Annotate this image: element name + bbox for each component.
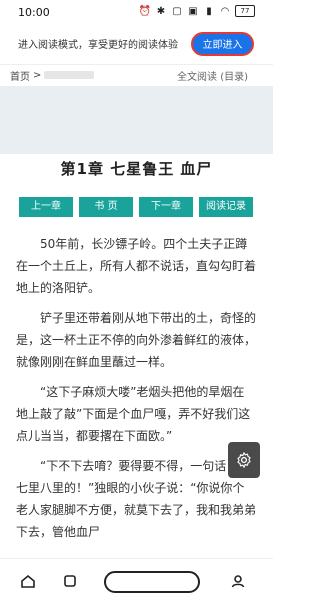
tabs-icon[interactable] (62, 573, 78, 589)
nfc-icon: ▢ (172, 5, 182, 17)
battery-icon: 77 (235, 5, 255, 17)
bluetooth-icon: ✱ (156, 5, 166, 17)
gear-icon (237, 451, 251, 469)
redacted-ad-area (0, 86, 273, 154)
alarm-icon: ⏰ (138, 5, 152, 17)
enter-reading-mode-button[interactable]: 立即进入 (191, 32, 254, 56)
home-icon[interactable] (20, 573, 36, 589)
breadcrumb-book-link-redacted[interactable] (44, 71, 95, 79)
paragraph: 铲子里还带着刚从地下带出的土，奇怪的是，这一杯土正不停的向外渗着鲜红的液体，就像… (16, 311, 257, 369)
reading-mode-banner-text: 进入阅读模式，享受更好的阅读体验 (18, 40, 178, 51)
next-chapter-button[interactable]: 下一章 (139, 197, 193, 217)
breadcrumb-separator: > (33, 69, 42, 81)
breadcrumb: 首页 > 全文阅读 (目录) (10, 66, 263, 84)
user-icon[interactable] (230, 573, 246, 589)
paragraph: 50年前，长沙镖子岭。四个土夫子正蹲在一个土丘上，所有人都不说话，直勾勾盯着地上… (16, 237, 257, 295)
chapter-nav: 上一章 书 页 下一章 阅读记录 (19, 197, 253, 217)
signal-icon: ▮ (206, 5, 212, 17)
reader-settings-button[interactable] (228, 442, 260, 478)
wifi-icon: ◠ (220, 5, 230, 17)
status-icons: ⏰ ✱ ▢ ▣ ▮ ◠ 77 (139, 5, 255, 17)
browser-bottom-bar (0, 558, 273, 607)
chapter-content: 50年前，长沙镖子岭。四个土夫子正蹲在一个土丘上，所有人都不说话，直勾勾盯着地上… (16, 233, 256, 551)
reading-mode-banner: 进入阅读模式，享受更好的阅读体验 立即进入 (0, 24, 273, 65)
status-bar: 10:00 ⏰ ✱ ▢ ▣ ▮ ◠ 77 (0, 0, 273, 24)
book-page-button[interactable]: 书 页 (79, 197, 133, 217)
breadcrumb-home-link[interactable]: 首页 (10, 68, 30, 83)
chapter-title: 第1章 七星鲁王 血尸 (60, 160, 213, 178)
full-text-toc-link[interactable]: 全文阅读 (目录) (177, 68, 248, 83)
menu-button[interactable] (104, 571, 200, 593)
paragraph: “下不下去唷？要得要不得，一句话，莫七里八里的！”独眼的小伙子说：“你说你个老人… (16, 459, 257, 539)
paragraph: “这下子麻烦大喽”老烟头把他的旱烟在地上敲了敲”下面是个血尸嘎，弄不好我们这点儿… (16, 385, 251, 443)
prev-chapter-button[interactable]: 上一章 (19, 197, 73, 217)
status-time: 10:00 (18, 6, 50, 19)
reading-history-button[interactable]: 阅读记录 (199, 197, 253, 217)
hd-icon: ▣ (188, 5, 198, 17)
